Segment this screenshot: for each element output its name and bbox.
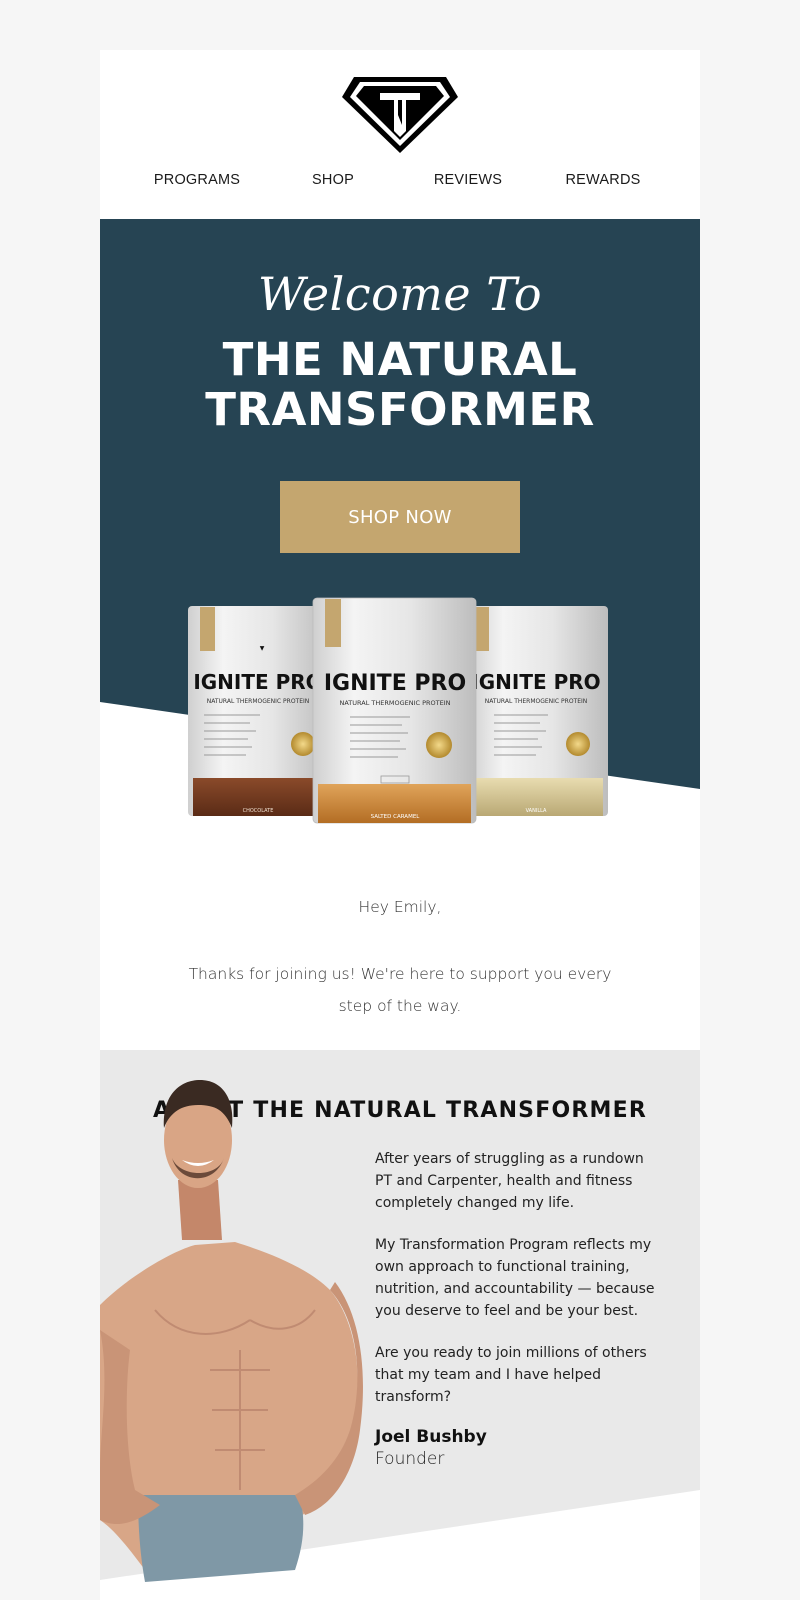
nav-rewards[interactable]: REWARDS <box>566 172 641 188</box>
bag-flavor-center: SALTED CARAMEL <box>371 814 421 820</box>
bag-brand-right: IGNITE PRO <box>471 670 600 694</box>
founder-photo <box>100 1080 363 1582</box>
product-bag-vanilla[interactable]: IGNITE PRO NATURAL THERMOGENIC PROTEIN V… <box>468 606 608 816</box>
about-paragraph-3: Are you ready to join millions of others… <box>375 1345 647 1405</box>
bag-brand-left: IGNITE PRO <box>193 670 322 694</box>
founder-role: Founder <box>375 1449 445 1469</box>
main-nav: PROGRAMS SHOP REVIEWS REWARDS <box>100 172 700 192</box>
bag-flavor-right: VANILLA <box>526 808 547 814</box>
hero-section: Welcome To THE NATURAL TRANSFORMER SHOP … <box>100 219 700 839</box>
bag-brand-center: IGNITE PRO <box>324 671 466 696</box>
nav-reviews[interactable]: REVIEWS <box>434 172 502 188</box>
about-paragraph-1: After years of struggling as a rundown P… <box>375 1151 644 1211</box>
greeting-text: Hey Emily, <box>358 898 442 916</box>
founder-name: Joel Bushby <box>375 1427 487 1447</box>
email-container: PROGRAMS SHOP REVIEWS REWARDS Welcome To… <box>100 50 700 1600</box>
bag-subtitle-left: NATURAL THERMOGENIC PROTEIN <box>207 698 310 705</box>
about-section: ABOUT THE NATURAL TRANSFORMER After year… <box>100 1050 700 1600</box>
welcome-message: Thanks for joining us! We're here to sup… <box>188 965 612 1015</box>
product-bag-salted-caramel[interactable]: IGNITE PRO NATURAL THERMOGENIC PROTEIN S… <box>312 597 477 824</box>
tnt-logo[interactable] <box>340 75 460 155</box>
svg-text:▼: ▼ <box>260 645 265 652</box>
nav-programs[interactable]: PROGRAMS <box>154 172 240 188</box>
about-paragraph-2: My Transformation Program reflects my ow… <box>375 1237 655 1319</box>
nav-shop[interactable]: SHOP <box>312 172 354 188</box>
bag-flavor-left: CHOCOLATE <box>243 808 274 814</box>
bag-subtitle-center: NATURAL THERMOGENIC PROTEIN <box>339 699 450 707</box>
about-body: After years of struggling as a rundown P… <box>375 1148 665 1470</box>
product-bag-chocolate[interactable]: ▼ IGNITE PRO NATURAL THERMOGENIC PROTEIN… <box>188 606 328 816</box>
product-bags[interactable]: ▼ IGNITE PRO NATURAL THERMOGENIC PROTEIN… <box>100 219 700 839</box>
bag-subtitle-right: NATURAL THERMOGENIC PROTEIN <box>485 698 588 705</box>
